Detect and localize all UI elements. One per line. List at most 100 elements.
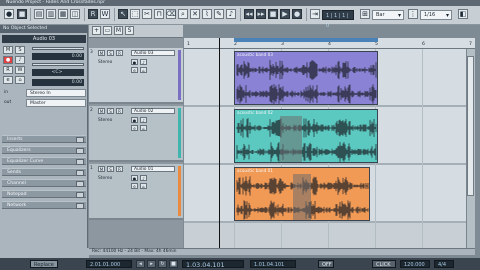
read-button[interactable]: R [3,66,13,74]
track-record-button[interactable]: ● [131,117,138,123]
track-read-button[interactable]: R [116,50,123,56]
track-read-button[interactable]: R [116,166,123,172]
track-lock-button[interactable]: ⌂ [140,183,147,189]
object-select-tool-icon[interactable]: ↖ [118,9,128,19]
secondary-position-display[interactable]: 1.01.04.101 [250,260,296,268]
stop-icon[interactable]: ■ [268,9,278,19]
track-mute-button[interactable]: M [98,108,105,114]
automation-mode-icon[interactable]: R [88,9,98,19]
transport-forward-icon[interactable]: ▸ [147,260,156,268]
glue-tool-icon[interactable]: ⊓ [154,9,164,19]
section-inserts[interactable]: Inserts [2,135,86,143]
play-icon[interactable]: ▶ [280,9,290,19]
track-solo-button[interactable]: S [107,50,114,56]
mute-tool-icon[interactable]: ✕ [190,9,200,19]
track-name[interactable]: Audio 02 [131,108,175,114]
rewind-icon[interactable]: ◂◂ [244,9,254,19]
output-dropdown[interactable]: Master [26,99,86,107]
pool-icon[interactable]: ◫ [70,9,80,19]
crossfade-region[interactable] [293,174,311,220]
main-position-display[interactable]: 1.03.04.101 [182,260,244,269]
edit-channel-button[interactable]: e [3,76,13,84]
audio-event[interactable]: acoustic band 01 [234,167,370,221]
draw-tool-icon[interactable]: ✎ [214,9,224,19]
pan-value[interactable]: <C> [32,69,84,76]
constrain-delay-icon[interactable]: ■ [17,9,27,19]
track-mute-button[interactable]: M [98,50,105,56]
write-automation-icon[interactable]: W [100,9,110,19]
volume-value[interactable]: 0.00 [32,53,84,60]
mute-button[interactable]: M [3,46,13,54]
inspector-track-name[interactable]: Audio 03 [2,35,86,43]
record-mode-dropdown[interactable]: Replace [30,260,58,268]
transport-cycle-icon[interactable]: ↻ [158,260,167,268]
section-equalizer-curve[interactable]: Equalizer Curve [2,157,86,165]
snap-dropdown[interactable]: Bar [372,10,404,20]
track-solo-button[interactable]: S [107,108,114,114]
record-enable-button[interactable]: ● [3,56,13,64]
loop-range-bar[interactable] [234,38,378,42]
track-monitor-button[interactable]: ♪ [140,59,147,65]
track-name[interactable]: Audio 01 [131,166,175,172]
track-edit-button[interactable]: e [131,125,138,131]
delay-value[interactable]: 0.00 [32,79,84,86]
click-button[interactable]: CLICK [372,260,396,268]
transport-rewind-icon[interactable]: ◂ [136,260,145,268]
activate-project-icon[interactable]: ● [4,9,14,19]
info-line-icon[interactable]: ▥ [46,9,56,19]
folder-icon[interactable]: ▭ [103,26,112,35]
arrange-window[interactable]: acoustic band 03 acoustic band 02 acoust… [184,49,475,248]
color-palette-icon[interactable]: ◧ [458,9,468,19]
section-network[interactable]: Network [2,201,86,209]
monitor-button[interactable]: ♪ [15,56,25,64]
split-tool-icon[interactable]: ✂ [142,9,152,19]
track-lock-button[interactable]: ⌂ [140,125,147,131]
tempo-display[interactable]: 120.000 [400,260,430,268]
track-record-button[interactable]: ● [131,175,138,181]
crossfade-region[interactable] [280,116,302,162]
erase-tool-icon[interactable]: ⌫ [166,9,176,19]
range-tool-icon[interactable]: ⬚ [130,9,140,19]
track-record-button[interactable]: ● [131,59,138,65]
quantize-dropdown[interactable]: 1/16 [420,10,452,20]
signature-display[interactable]: 4/4 [434,260,454,268]
section-equalizers[interactable]: Equalizers [2,146,86,154]
solo-button[interactable]: S [15,46,25,54]
section-channel[interactable]: Channel [2,179,86,187]
write-button[interactable]: W [15,66,25,74]
input-dropdown[interactable]: Stereo In [26,89,86,97]
volume-slider[interactable] [32,47,84,50]
track-mute-all-icon[interactable]: M [114,26,123,35]
lock-button[interactable]: ⌂ [15,76,25,84]
track-read-button[interactable]: R [116,108,123,114]
track-solo-button[interactable]: S [107,166,114,172]
quantize-icon[interactable]: ⋮ [408,9,418,19]
track-lock-button[interactable]: ⌂ [140,67,147,73]
zoom-tool-icon[interactable]: ⌕ [178,9,188,19]
play-tool-icon[interactable]: ♪ [226,9,236,19]
track-edit-button[interactable]: e [131,183,138,189]
audio-event[interactable]: acoustic band 03 [234,51,378,105]
forward-icon[interactable]: ▸▸ [256,9,266,19]
track-row[interactable]: 1 M S R Audio 01 Stereo ● ♪ e ⌂ [89,164,183,220]
scrollbar-thumb[interactable] [467,56,474,196]
track-monitor-button[interactable]: ♪ [140,175,147,181]
track-row[interactable]: 2 M S R Audio 02 Stereo ● ♪ e ⌂ [89,106,183,162]
record-icon[interactable]: ● [292,9,302,19]
track-edit-button[interactable]: e [131,67,138,73]
track-row[interactable]: 3 M S R Audio 03 Stereo ● ♪ e ⌂ [89,48,183,104]
project-cursor[interactable] [219,38,220,248]
overview-icon[interactable]: ▦ [58,9,68,19]
time-warp-tool-icon[interactable]: ⌇ [202,9,212,19]
snap-toggle-icon[interactable]: ⊞ [360,9,370,19]
add-track-icon[interactable]: + [92,26,101,35]
section-notepad[interactable]: Notepad [2,190,86,198]
track-name[interactable]: Audio 03 [131,50,175,56]
audio-event[interactable]: acoustic band 02 [234,109,378,163]
track-solo-all-icon[interactable]: S [125,26,134,35]
track-monitor-button[interactable]: ♪ [140,117,147,123]
left-locator-display[interactable]: 2.01.01.000 [86,260,132,268]
autoscroll-icon[interactable]: ⇥ [310,9,320,19]
track-mute-button[interactable]: M [98,166,105,172]
transport-stop-icon[interactable]: ■ [169,260,178,268]
